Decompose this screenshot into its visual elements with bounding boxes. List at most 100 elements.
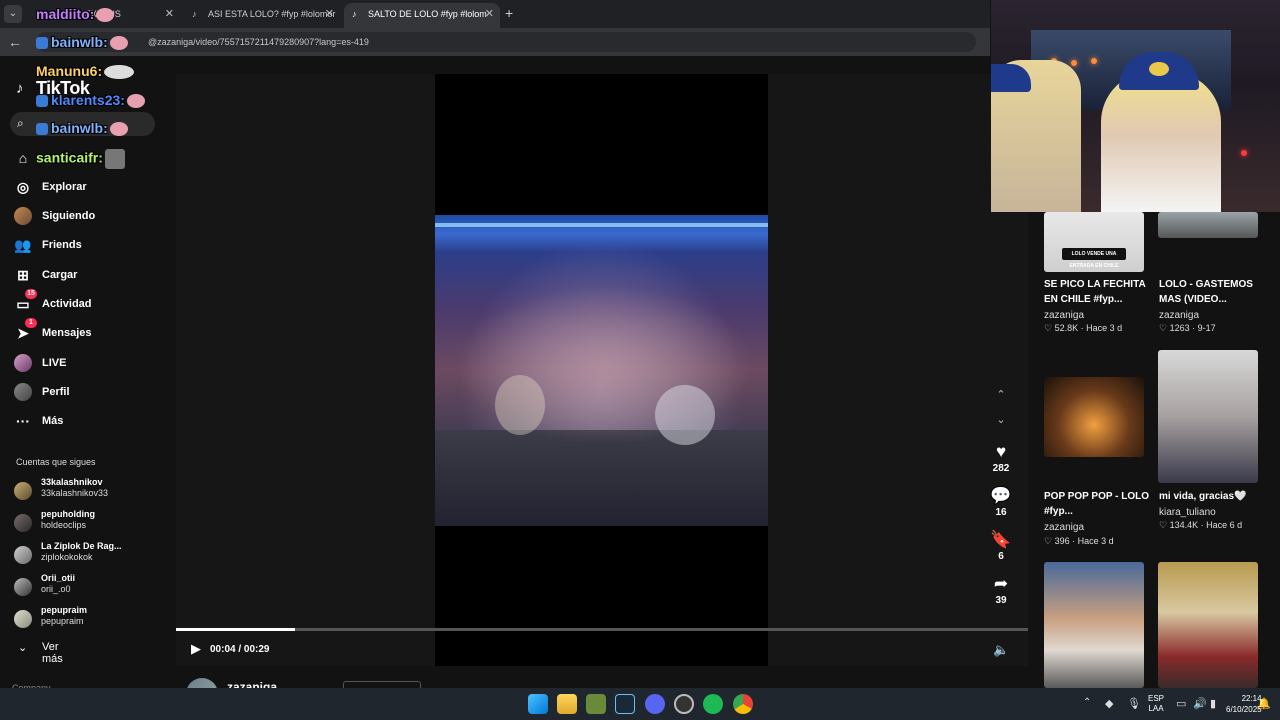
file-explorer-icon[interactable]: [557, 694, 577, 714]
share-icon: ➦: [993, 574, 1009, 593]
notification-badge: 1: [25, 318, 37, 328]
close-tab-icon[interactable]: ✕: [485, 3, 494, 25]
compass-icon: ◎: [16, 179, 30, 195]
app-icon[interactable]: [586, 694, 606, 714]
video-thumbnail[interactable]: [1158, 212, 1258, 238]
nav-explorar[interactable]: ◎ Explorar: [14, 176, 164, 198]
input-language[interactable]: ESP LAA: [1148, 694, 1164, 714]
chat-message: Manunu6:: [36, 63, 135, 80]
video-thumbnail[interactable]: [1158, 562, 1258, 688]
nav-live[interactable]: LIVE: [14, 352, 164, 374]
nav-mensajes[interactable]: ➤ 1 Mensajes: [14, 318, 164, 344]
badge-icon: [36, 95, 48, 108]
video-thumbnail[interactable]: [1158, 350, 1258, 483]
nav-actividad[interactable]: ▭ 15 Actividad: [14, 289, 164, 315]
tab-title: SALTO DE LOLO #fyp #lolom: [368, 9, 487, 19]
share-button[interactable]: ➦ 39: [985, 574, 1017, 606]
close-tab-icon[interactable]: ✕: [325, 3, 334, 25]
browser-tab-active[interactable]: ♪ SALTO DE LOLO #fyp #lolom ✕: [344, 3, 500, 28]
tab-search-icon[interactable]: ⌄: [4, 5, 22, 23]
nav-friends[interactable]: 👥 Friends: [14, 234, 164, 256]
video-progress-fill: [176, 628, 296, 631]
obs-icon[interactable]: [674, 694, 694, 714]
streamer-webcam: [991, 0, 1280, 212]
video-title[interactable]: POP POP POP - LOLO #fyp...: [1044, 489, 1154, 519]
post-date: 9-17: [1197, 323, 1216, 333]
speaker-icon[interactable]: 🔊: [1193, 697, 1207, 710]
heart-outline-icon: ♡: [1159, 520, 1168, 530]
nav-label: Perfil: [42, 386, 70, 398]
chevron-down-icon[interactable]: ⌄: [993, 413, 1009, 426]
notification-icon[interactable]: 🔔: [1257, 697, 1271, 710]
followed-account[interactable]: Orii_otii orii_.o0: [14, 573, 164, 603]
video-thumbnail[interactable]: [1044, 562, 1144, 688]
emote-icon: [96, 8, 115, 23]
video-author[interactable]: kiara_tuliano: [1159, 507, 1216, 518]
video-author[interactable]: zazaniga: [1159, 310, 1199, 321]
network-icon[interactable]: ▭: [1176, 697, 1186, 710]
avatar: [14, 546, 32, 564]
decoration-light: [1241, 150, 1247, 156]
chat-username: klarents23:: [51, 92, 125, 108]
comment-button[interactable]: 💬 16: [985, 486, 1017, 518]
play-icon[interactable]: ▶: [191, 642, 205, 656]
browser-tab-2[interactable]: ♪ ASI ESTA LOLO? #fyp #lolomor ✕: [184, 3, 340, 28]
volume-icon[interactable]: 🔈: [993, 642, 1009, 658]
video-meta: ♡ 134.4K · Hace 6 d: [1159, 520, 1243, 530]
followed-account[interactable]: pepuholding holdeoclips: [14, 509, 164, 539]
search-icon[interactable]: ⌕: [17, 116, 31, 130]
close-tab-icon[interactable]: ✕: [165, 3, 174, 25]
video-thumbnail[interactable]: [1044, 377, 1144, 457]
discord-icon[interactable]: [645, 694, 665, 714]
back-arrow-icon[interactable]: ←: [8, 34, 22, 50]
video-title[interactable]: mi vida, gracias🤍: [1159, 489, 1269, 504]
emote-icon: [104, 149, 125, 169]
video-meta: ♡ 396 · Hace 3 d: [1044, 536, 1114, 546]
followed-account[interactable]: 33kalashnikov 33kalashnikov33: [14, 477, 164, 507]
chevron-up-icon[interactable]: ⌃: [993, 388, 1009, 401]
nav-cargar[interactable]: ⊞ Cargar: [14, 264, 164, 286]
person-image: [1101, 72, 1221, 212]
followed-account[interactable]: La Ziplok De Rag... ziplokokokok: [14, 541, 164, 571]
video-thumbnail[interactable]: LOLO VENDE UNA ENTRADA EN CHILE: [1044, 212, 1144, 272]
account-handle: ziplokokokok: [41, 552, 93, 562]
stage-lights: [435, 223, 768, 227]
chat-message: klarents23:: [36, 92, 145, 109]
video-author[interactable]: zazaniga: [1044, 522, 1084, 533]
see-more-button[interactable]: ⌄ Ver más: [18, 641, 63, 665]
nav-label: Más: [42, 415, 64, 427]
tiktok-logo-icon: ♪: [16, 80, 24, 97]
nav-perfil[interactable]: Perfil: [14, 381, 164, 403]
heart-outline-icon: ♡: [1044, 323, 1053, 333]
new-tab-button[interactable]: +: [505, 5, 513, 21]
emote-icon: [104, 65, 135, 80]
spotify-icon[interactable]: [703, 694, 723, 714]
avatar: [14, 578, 32, 596]
save-button[interactable]: 🔖 6: [985, 530, 1017, 562]
nav-siguiendo[interactable]: Siguiendo: [14, 205, 164, 227]
tray-overflow-icon[interactable]: ⌃: [1083, 697, 1091, 708]
heart-outline-icon: ♡: [1044, 536, 1053, 546]
microphone-icon[interactable]: 🎙: [1127, 697, 1141, 710]
url-field[interactable]: @zazaniga/video/7557157211479280907?lang…: [36, 32, 976, 52]
post-date: Hace 6 d: [1206, 520, 1243, 530]
nav-label: Friends: [42, 239, 82, 251]
comment-count: 16: [995, 507, 1007, 518]
video-meta: ♡ 1263 · 9-17: [1159, 323, 1216, 333]
steam-icon[interactable]: [615, 694, 635, 714]
video-title[interactable]: LOLO - GASTEMOS MAS (VIDEO...: [1159, 277, 1269, 307]
video-progress-bar[interactable]: [176, 628, 1028, 631]
followed-account[interactable]: pepupraim pepupraim: [14, 605, 164, 635]
start-icon[interactable]: [528, 694, 548, 714]
chrome-icon[interactable]: [733, 694, 753, 714]
nav-mas[interactable]: ··· Más: [14, 410, 164, 432]
emote-icon: [126, 94, 145, 109]
video-title[interactable]: SE PICO LA FECHITA EN CHILE #fyp...: [1044, 277, 1154, 307]
tray-app-icon[interactable]: ◆: [1105, 697, 1113, 710]
battery-icon[interactable]: ▮: [1210, 697, 1216, 710]
video-author[interactable]: zazaniga: [1044, 310, 1084, 321]
following-section-title: Cuentas que sigues: [16, 457, 96, 467]
video-player[interactable]: [435, 215, 768, 526]
person-image: [495, 375, 545, 435]
like-button[interactable]: ♥ 282: [985, 442, 1017, 474]
